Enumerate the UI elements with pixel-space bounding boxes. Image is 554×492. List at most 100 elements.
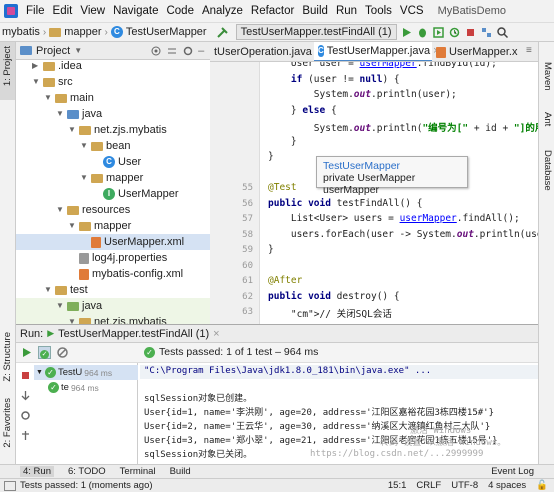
tree-node[interactable]: log4j.properties [16, 250, 210, 266]
tab-testusermapper[interactable]: C TestUserMapper.java × [314, 42, 440, 61]
tab-overflow-icon[interactable]: ≡ [526, 45, 532, 56]
settings-icon[interactable] [19, 409, 32, 422]
chevron-down-icon[interactable]: ▼ [56, 106, 64, 122]
chevron-down-icon[interactable]: ▼ [80, 138, 88, 154]
tab-terminal[interactable]: Terminal [120, 466, 156, 477]
chevron-down-icon[interactable]: ▼ [68, 218, 76, 234]
tree-node[interactable]: ▼ test [16, 282, 210, 298]
tree-node[interactable]: ▼ mapper [16, 218, 210, 234]
close-icon[interactable]: × [213, 328, 219, 340]
tree-node[interactable]: ▼ net.zjs.mybatis [16, 122, 210, 138]
tree-node[interactable]: C User [16, 154, 210, 170]
file-encoding[interactable]: UTF-8 [451, 480, 478, 491]
tree-node[interactable]: ▼ bean [16, 138, 210, 154]
tab-usermapper-xml[interactable]: UserMapper.x [432, 42, 528, 61]
search-icon[interactable] [496, 26, 509, 39]
console-output[interactable]: "C:\Program Files\Java\jdk1.8.0_181\bin\… [140, 363, 538, 465]
database-tool-tab[interactable]: Database [542, 150, 553, 191]
code-line: users.forEach(user -> System.out.println… [268, 228, 538, 240]
tree-node[interactable]: ▼ mapper [16, 170, 210, 186]
tree-node[interactable]: ▶ .idea [16, 60, 210, 74]
tree-node[interactable]: ▼ java [16, 298, 210, 314]
indent-setting[interactable]: 4 spaces [488, 480, 526, 491]
show-passed-toggle[interactable]: ✓ [38, 346, 51, 359]
chevron-down-icon[interactable]: ▼ [56, 298, 64, 314]
menu-build[interactable]: Build [302, 5, 328, 17]
menu-edit[interactable]: Edit [53, 5, 73, 17]
test-tree-row-method[interactable]: ✓ te 964 ms [48, 382, 99, 393]
tree-node[interactable]: ▼ net.zjs.mybatis [16, 314, 210, 324]
intellij-app-icon [4, 4, 18, 18]
menu-code[interactable]: Code [166, 5, 194, 17]
menu-navigate[interactable]: Navigate [113, 5, 158, 17]
chevron-down-icon[interactable]: ▼ [44, 90, 52, 106]
stop-icon[interactable] [19, 369, 32, 382]
tree-node[interactable]: ▼ src [16, 74, 210, 90]
tab-build[interactable]: Build [170, 466, 191, 477]
run-icon[interactable] [400, 26, 413, 39]
favorites-tool-tab[interactable]: 2: Favorites [2, 398, 13, 448]
structure-tool-tab[interactable]: Z: Structure [2, 332, 13, 382]
show-ignored-icon[interactable] [56, 346, 69, 359]
coverage-icon[interactable] [432, 26, 445, 39]
chevron-down-icon[interactable]: ▼ [32, 74, 40, 90]
test-tree-row-class[interactable]: ▼ ✓ TestU 964 ms [34, 365, 138, 380]
chevron-down-icon[interactable]: ▼ [68, 314, 76, 324]
gear-icon[interactable] [182, 45, 194, 57]
breadcrumb-mapper[interactable]: mapper [64, 26, 101, 38]
menu-tools[interactable]: Tools [365, 5, 392, 17]
code-line: } [268, 151, 274, 162]
tree-node[interactable]: I UserMapper [16, 186, 210, 202]
event-log-tab[interactable]: Event Log [491, 466, 534, 477]
scroll-down-icon[interactable] [19, 389, 32, 402]
tree-node[interactable]: ▼ resources [16, 202, 210, 218]
line-number: 60 [242, 260, 253, 271]
code-line: } [268, 135, 297, 147]
hammer-build-icon[interactable] [216, 26, 229, 39]
chevron-down-icon[interactable]: ▼ [56, 202, 64, 218]
line-separator[interactable]: CRLF [416, 480, 441, 491]
breadcrumb-testusermapper[interactable]: TestUserMapper [126, 26, 207, 38]
stop-icon[interactable] [464, 26, 477, 39]
menu-view[interactable]: View [80, 5, 105, 17]
tooltip-class-name[interactable]: TestUserMapper [323, 160, 461, 172]
menu-analyze[interactable]: Analyze [202, 5, 243, 17]
locate-icon[interactable] [150, 45, 162, 57]
run-panel-header: Run: ▶ TestUserMapper.testFindAll (1) × [16, 325, 538, 343]
chevron-down-icon[interactable]: ▼ [68, 122, 76, 138]
project-tool-tab[interactable]: 1: Project [2, 46, 13, 86]
tree-node-label: .idea [58, 60, 82, 72]
tab-todo[interactable]: 6: TODO [68, 466, 106, 477]
run-config-selector[interactable]: TestUserMapper.testFindAll (1) [235, 24, 397, 40]
tree-node[interactable]: mybatis-config.xml [16, 266, 210, 282]
tab-run[interactable]: 4: Run [20, 466, 54, 477]
tree-node[interactable]: ▼ java [16, 106, 210, 122]
chevron-right-icon[interactable]: ▶ [32, 60, 40, 74]
chevron-down-icon[interactable]: ▼ [80, 170, 88, 186]
rerun-icon[interactable] [20, 346, 33, 359]
minimize-icon[interactable]: – [198, 45, 204, 57]
debug-icon[interactable] [416, 26, 429, 39]
menu-refactor[interactable]: Refactor [251, 5, 294, 17]
toggle-tool-windows-icon[interactable] [4, 480, 16, 491]
line-number: 57 [242, 214, 253, 224]
ant-tool-tab[interactable]: Ant [542, 112, 553, 126]
breadcrumb-mybatis[interactable]: mybatis [2, 26, 40, 38]
caret-position[interactable]: 15:1 [388, 480, 407, 491]
profile-icon[interactable] [448, 26, 461, 39]
tree-node[interactable]: UserMapper.xml [16, 234, 210, 250]
run-config-tab[interactable]: TestUserMapper.testFindAll (1) [58, 328, 209, 340]
chevron-down-icon[interactable]: ▼ [74, 46, 82, 55]
collapse-all-icon[interactable] [166, 45, 178, 57]
tree-node[interactable]: ▼ main [16, 90, 210, 106]
chevron-down-icon[interactable]: ▼ [44, 282, 52, 298]
pin-icon[interactable] [19, 429, 32, 442]
lock-icon[interactable]: 🔓 [536, 480, 548, 491]
menu-file[interactable]: File [26, 5, 45, 17]
project-panel-title[interactable]: Project [36, 45, 70, 57]
menu-run[interactable]: Run [336, 5, 357, 17]
maven-tool-tab[interactable]: Maven [542, 62, 553, 91]
menu-vcs[interactable]: VCS [400, 5, 424, 17]
project-structure-icon[interactable] [480, 26, 493, 39]
tab-useroperation[interactable]: tUserOperation.java × [210, 42, 321, 61]
